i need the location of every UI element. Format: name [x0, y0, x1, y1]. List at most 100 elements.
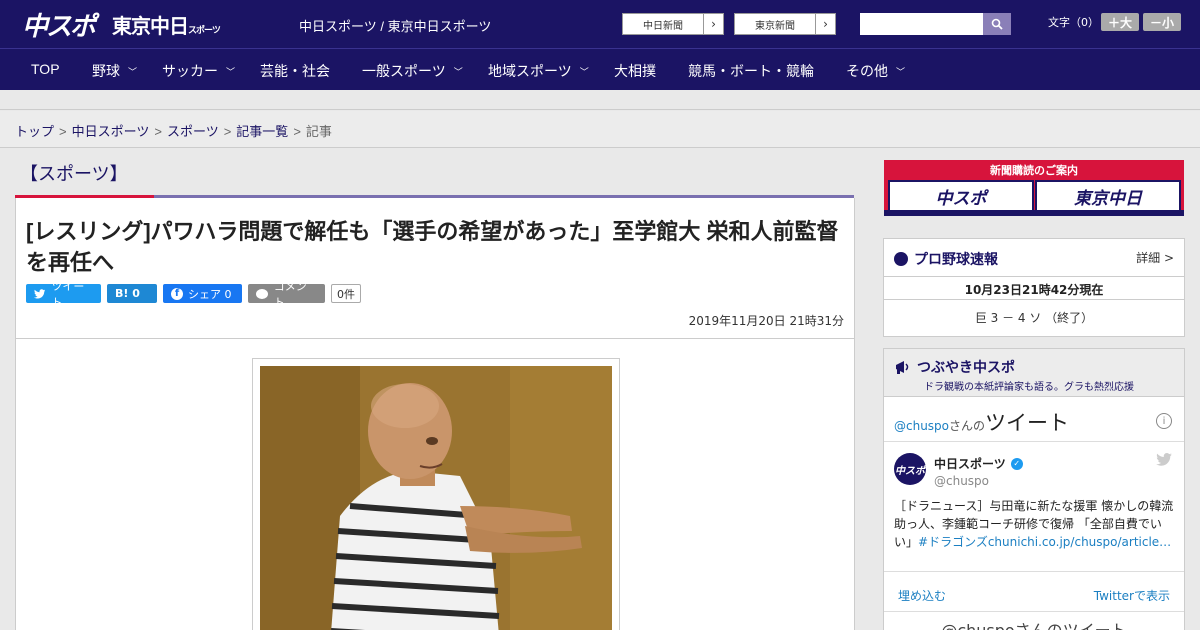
tweet-hashtag-link[interactable]: #ドラゴンズchunichi.co.jp/chuspo/article… — [918, 535, 1171, 549]
twitter-widget-header: つぶやき中スポ ドラ観戦の本紙評論家も語る。グラも熱烈応援 — [884, 349, 1184, 397]
nav-item-general-sports[interactable]: 一般スポーツ ﹀ — [362, 61, 463, 81]
tweets-by-heading: @chuspo さんの ツイート — [894, 407, 1069, 437]
twitter-widget-title: つぶやき中スポ — [894, 357, 1015, 377]
chevron-down-icon: ﹀ — [226, 66, 236, 77]
nav-item-soccer[interactable]: サッカー ﹀ — [162, 61, 235, 81]
subscribe-tokyo-chunichi-button[interactable]: 東京中日 — [1035, 180, 1181, 212]
nav-label: 芸能・社会 — [260, 63, 330, 79]
subscription-title: 新聞購読のご案内 — [990, 164, 1078, 177]
tweet-author-handle[interactable]: @chuspo — [934, 474, 989, 488]
comment-label: コメント — [273, 279, 307, 309]
breadcrumb-separator: > — [293, 124, 301, 139]
chuspo-logo[interactable]: 中スポ — [22, 6, 96, 43]
subscription-banner-band — [884, 210, 1184, 216]
comment-bubble-icon — [256, 288, 268, 299]
article-photo[interactable] — [260, 366, 612, 630]
nav-label: 大相撲 — [614, 63, 656, 79]
nav-label: 一般スポーツ — [362, 63, 446, 79]
info-icon[interactable]: i — [1156, 413, 1172, 429]
nav-label: サッカー — [162, 63, 218, 79]
search-box — [860, 13, 1011, 35]
nav-item-racing[interactable]: 競馬・ボート・競輪 — [688, 61, 814, 81]
subscribe-chuspo-button[interactable]: 中スポ — [888, 180, 1034, 212]
chevron-down-icon: ﹀ — [579, 66, 589, 77]
baseball-score[interactable]: 巨 3 － 4 ソ （終了） — [884, 309, 1184, 326]
more-tweets-link[interactable]: @chuspoさんのツイート — [884, 617, 1184, 630]
subscription-banner[interactable]: 新聞購読のご案内 中スポ 東京中日 — [884, 160, 1184, 216]
hatena-bookmark-button[interactable]: B! 0 — [107, 284, 157, 303]
facebook-label: シェア 0 — [188, 287, 232, 301]
twitter-icon — [34, 288, 46, 299]
breadcrumb-current: 記事 — [305, 124, 332, 139]
nav-label: TOP — [31, 61, 60, 77]
tokyo-chunichi-logo[interactable]: 東京中日スポーツ — [112, 10, 221, 39]
breadcrumb-separator: > — [154, 124, 162, 139]
verified-badge-icon: ✓ — [1010, 457, 1023, 470]
main-nav: TOP 野球 ﹀ サッカー ﹀ 芸能・社会 一般スポーツ ﹀ 地域スポーツ ﹀ 大相撲 … — [0, 48, 1200, 90]
breadcrumb-separator: > — [59, 124, 67, 139]
divider — [16, 338, 854, 339]
chevron-down-icon: ﹀ — [453, 66, 463, 77]
nav-item-local-sports[interactable]: 地域スポーツ ﹀ — [488, 61, 589, 81]
baseball-icon — [894, 252, 908, 266]
nav-item-other[interactable]: その他 ﹀ — [846, 61, 905, 81]
twitter-handle-link[interactable]: @chuspo — [894, 419, 949, 433]
tokyo-shimbun-link[interactable]: 東京新聞 › — [734, 13, 836, 35]
tweet-text: ［ドラニュース］与田竜に新たな援軍 懐かしの韓流助っ人、李鍾範コーチ研修で復帰 … — [894, 497, 1176, 551]
section-title: 【スポーツ】 — [20, 164, 128, 185]
nav-label: 野球 — [92, 63, 120, 79]
search-button[interactable] — [983, 13, 1011, 35]
baseball-scores-widget: プロ野球速報 詳細 > 10月23日21時42分現在 巨 3 － 4 ソ （終了… — [883, 238, 1185, 337]
article-photo-frame — [252, 358, 620, 630]
tweet-button[interactable]: ツイート — [26, 280, 101, 309]
nav-label: その他 — [846, 63, 888, 79]
search-input[interactable] — [860, 13, 983, 35]
site-names: 中日スポーツ / 東京中日スポーツ — [299, 19, 492, 34]
breadcrumb: トップ > 中日スポーツ > スポーツ > 記事一覧 > 記事 — [0, 111, 1200, 148]
twitter-widget-title-text: つぶやき中スポ — [917, 360, 1015, 376]
tweet-label: ツイート — [51, 279, 85, 309]
avatar[interactable]: 中スポ — [894, 453, 926, 485]
breadcrumb-sports[interactable]: スポーツ — [167, 124, 219, 139]
font-size-down-button[interactable]: －小 — [1143, 13, 1181, 31]
nav-item-top[interactable]: TOP — [31, 61, 60, 77]
article-date: 2019年11月20日 21時31分 — [688, 314, 844, 328]
tweets-heading: ツイート — [985, 411, 1070, 435]
chevron-right-icon: › — [703, 14, 723, 34]
divider — [884, 611, 1184, 612]
baseball-title-text: プロ野球速報 — [914, 252, 998, 268]
twitter-widget-subtitle: ドラ観戦の本紙評論家も語る。グラも熱烈応援 — [924, 382, 1134, 393]
font-size-up-button[interactable]: ＋大 — [1101, 13, 1139, 31]
twitter-bird-icon[interactable] — [1156, 453, 1172, 470]
embed-link[interactable]: 埋め込む — [898, 587, 946, 604]
chevron-right-icon: › — [815, 14, 835, 34]
nav-label: 地域スポーツ — [488, 63, 572, 79]
nav-item-baseball[interactable]: 野球 ﹀ — [92, 61, 137, 81]
comment-button[interactable]: コメント — [248, 280, 325, 309]
article-headline: [レスリング]パワハラ問題で解任も「選手の希望があった」至学館大 栄和人前監督を… — [26, 219, 839, 275]
nav-item-sumo[interactable]: 大相撲 — [614, 61, 656, 81]
chevron-down-icon: ﹀ — [896, 66, 906, 77]
coach-photo-illustration — [260, 366, 612, 630]
breadcrumb-separator: > — [223, 124, 232, 139]
chunichi-shimbun-link[interactable]: 中日新聞 › — [622, 13, 724, 35]
breadcrumb-chunichi-sports[interactable]: 中日スポーツ — [72, 124, 150, 139]
search-icon — [991, 18, 1003, 30]
breadcrumb-top[interactable]: トップ — [15, 124, 54, 139]
tokyo-logo-text: 東京中日 — [112, 14, 189, 38]
megaphone-icon — [896, 361, 909, 374]
comment-count[interactable]: 0件 — [331, 284, 361, 303]
tokyo-logo-small: スポーツ — [188, 26, 221, 36]
divider — [884, 441, 1184, 442]
article-card: [レスリング]パワハラ問題で解任も「選手の希望があった」至学館大 栄和人前監督を… — [15, 198, 855, 630]
author-name-text: 中日スポーツ — [934, 457, 1006, 471]
baseball-detail-link[interactable]: 詳細 > — [1136, 249, 1174, 266]
breadcrumb-article-list[interactable]: 記事一覧 — [236, 124, 288, 139]
paper-link-label: 東京新聞 — [755, 20, 795, 32]
baseball-update-time: 10月23日21時42分現在 — [884, 276, 1184, 300]
divider — [884, 571, 1184, 572]
nav-item-entertainment[interactable]: 芸能・社会 — [260, 61, 330, 81]
view-on-twitter-link[interactable]: Twitterで表示 — [1094, 587, 1170, 604]
facebook-share-button[interactable]: f シェア 0 — [163, 284, 242, 303]
tweet-author-name[interactable]: 中日スポーツ ✓ — [934, 455, 1023, 472]
